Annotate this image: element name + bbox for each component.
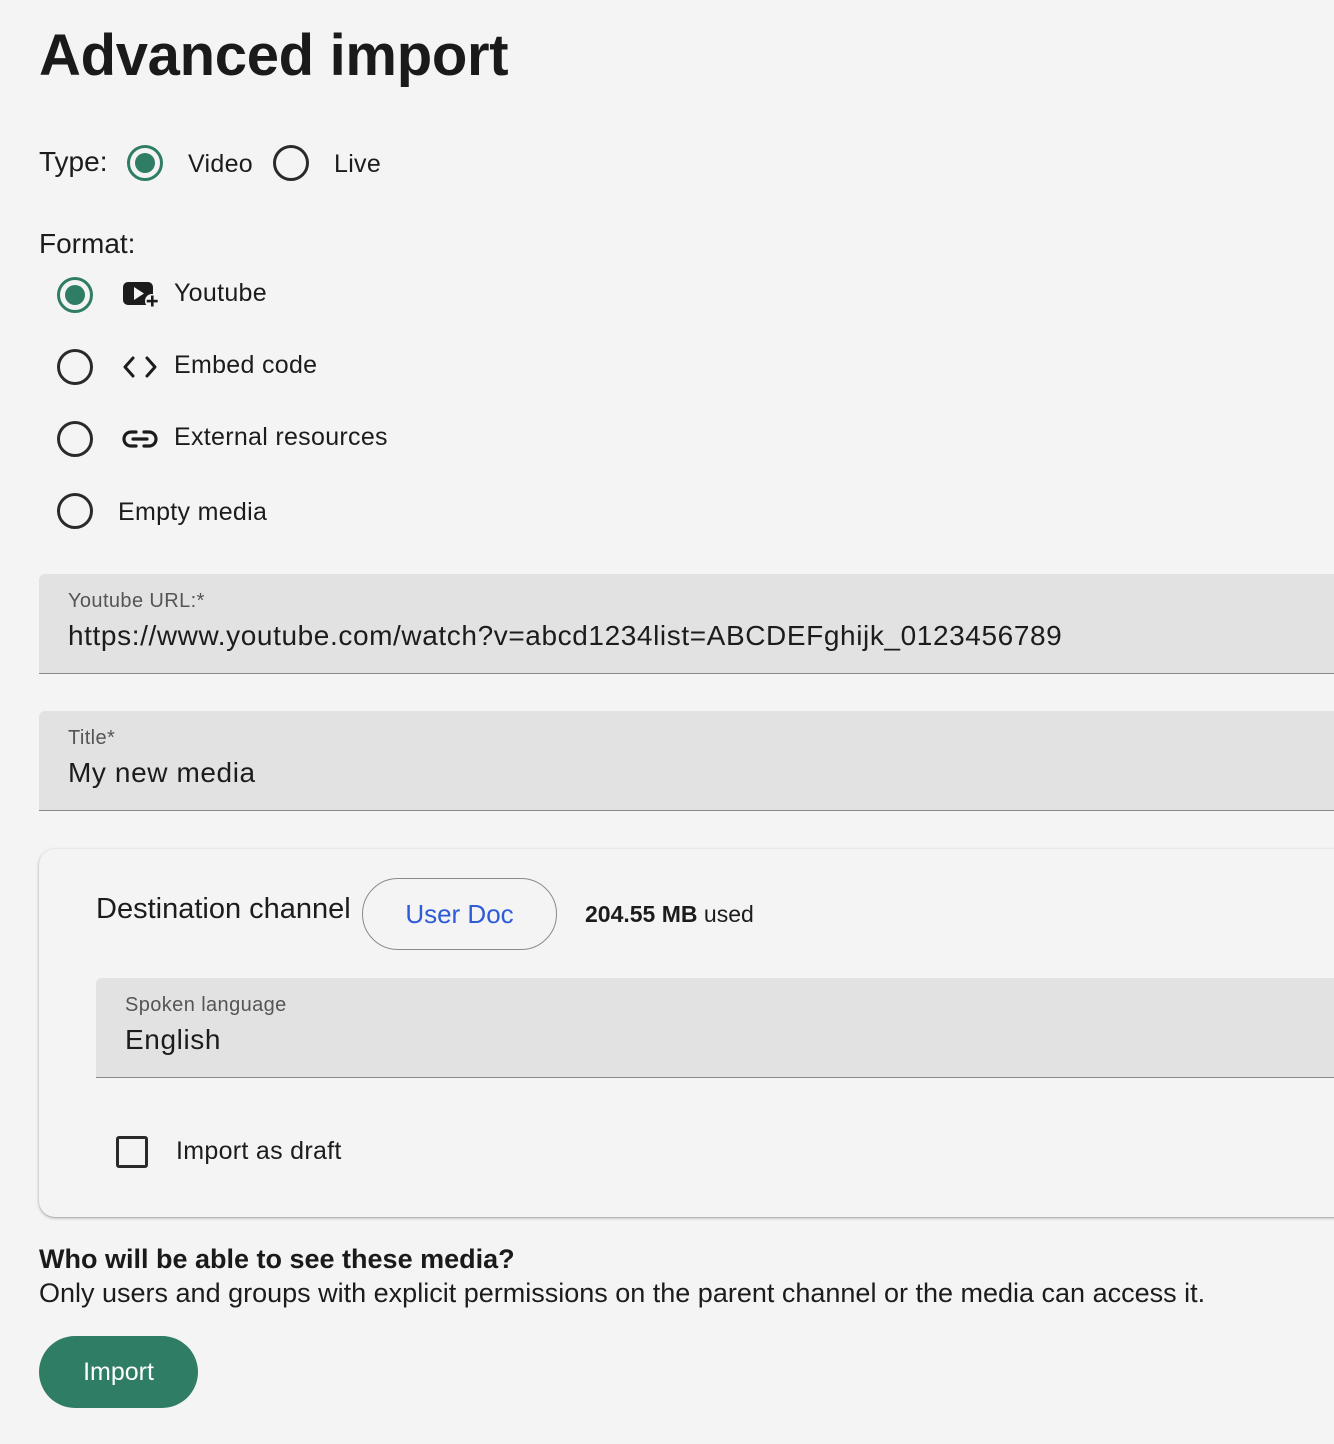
format-embed-radio[interactable] [57, 349, 93, 385]
spoken-language-field[interactable]: Spoken language English [96, 978, 1334, 1078]
type-live-radio[interactable] [273, 145, 309, 181]
storage-usage: 204.55 MB used [585, 901, 754, 928]
spoken-language-label: Spoken language [125, 994, 287, 1016]
visibility-heading: Who will be able to see these media? [39, 1244, 515, 1274]
link-icon [122, 430, 158, 448]
page-title: Advanced import [39, 23, 509, 88]
format-external-radio[interactable] [57, 421, 93, 457]
code-brackets-icon [123, 356, 157, 378]
storage-usage-suffix: used [703, 901, 754, 927]
youtube-url-label: Youtube URL:* [68, 590, 205, 612]
type-live-label[interactable]: Live [334, 150, 381, 179]
format-empty-radio[interactable] [57, 493, 93, 529]
import-button[interactable]: Import [39, 1336, 198, 1408]
destination-channel-label: Destination channel [96, 893, 351, 925]
format-youtube-radio[interactable] [57, 277, 93, 313]
youtube-add-icon [123, 282, 159, 308]
visibility-description: Only users and groups with explicit perm… [39, 1278, 1206, 1308]
type-video-radio[interactable] [127, 145, 163, 181]
import-as-draft-label[interactable]: Import as draft [176, 1137, 342, 1166]
format-embed-label[interactable]: Embed code [174, 351, 317, 380]
destination-card: Destination channel User Doc 204.55 MB u… [39, 849, 1334, 1217]
format-external-label[interactable]: External resources [174, 423, 388, 452]
type-video-label[interactable]: Video [188, 150, 253, 179]
format-empty-label[interactable]: Empty media [118, 498, 267, 527]
title-field[interactable]: Title* My new media [39, 711, 1334, 811]
title-input[interactable]: My new media [68, 757, 256, 789]
type-label: Type: [39, 146, 108, 177]
format-label: Format: [39, 228, 136, 259]
spoken-language-select[interactable]: English [125, 1024, 221, 1056]
title-label: Title* [68, 727, 116, 749]
storage-usage-amount: 204.55 MB [585, 901, 698, 927]
youtube-url-field[interactable]: Youtube URL:* https://www.youtube.com/wa… [39, 574, 1334, 674]
youtube-url-input[interactable]: https://www.youtube.com/watch?v=abcd1234… [68, 620, 1062, 652]
destination-channel-button[interactable]: User Doc [362, 878, 557, 950]
format-youtube-label[interactable]: Youtube [174, 279, 267, 308]
import-as-draft-checkbox[interactable] [116, 1136, 148, 1168]
